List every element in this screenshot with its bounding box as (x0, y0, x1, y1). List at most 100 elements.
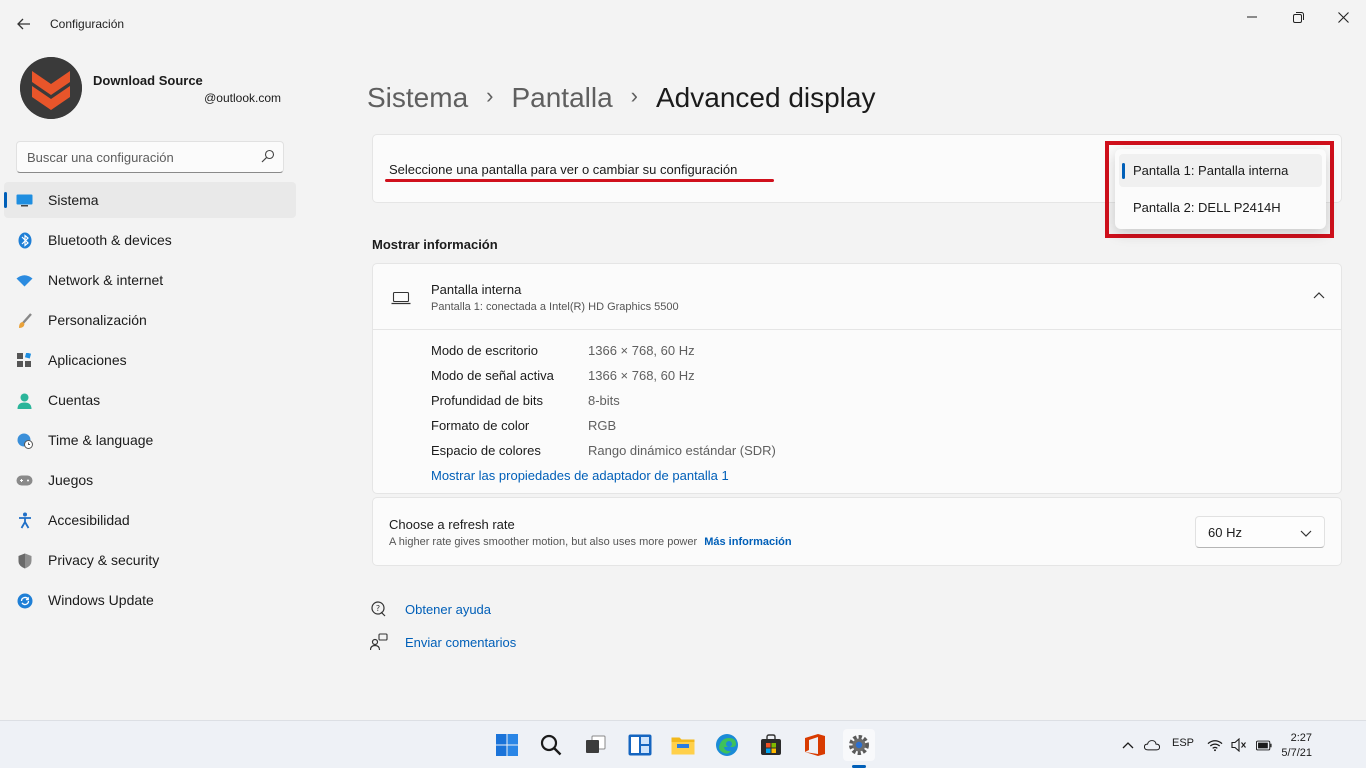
sidebar-item-juegos[interactable]: Juegos (4, 462, 296, 498)
adapter-properties-link[interactable]: Mostrar las propiedades de adaptador de … (431, 468, 729, 483)
sidebar-item-label: Juegos (48, 472, 94, 488)
prop-label: Profundidad de bits (431, 393, 544, 408)
clock[interactable]: 2:27 5/7/21 (1281, 731, 1312, 761)
store-button[interactable] (755, 729, 787, 761)
task-view-button[interactable] (580, 729, 612, 761)
gamepad-icon (16, 472, 33, 489)
sidebar-item-sistema[interactable]: Sistema (4, 182, 296, 218)
settings-taskbar-button[interactable] (843, 729, 875, 761)
shield-icon (16, 552, 33, 569)
taskbar: ESP 2:27 5/7/21 (0, 720, 1366, 768)
laptop-icon (391, 291, 411, 305)
close-button[interactable] (1320, 4, 1366, 30)
tray-overflow-button[interactable] (1120, 737, 1136, 753)
edge-icon (716, 734, 738, 756)
cloud-icon (1144, 740, 1160, 751)
prop-label: Modo de señal activa (431, 368, 554, 383)
title-bar: Configuración (0, 0, 1366, 48)
battery-tray-button[interactable] (1256, 737, 1272, 753)
battery-icon (1256, 740, 1272, 750)
search-icon[interactable] (261, 149, 275, 163)
widgets-button[interactable] (624, 729, 656, 761)
start-button[interactable] (491, 729, 523, 761)
feedback-label: Enviar comentarios (405, 634, 517, 650)
task-view-icon (586, 735, 606, 753)
page-title: Advanced display (656, 82, 876, 113)
get-help-link[interactable]: ? Obtener ayuda (370, 599, 491, 619)
taskbar-search-button[interactable] (535, 729, 567, 761)
chevron-down-icon (1300, 530, 1312, 537)
profile-name: Download Source (93, 73, 203, 88)
minimize-icon (1247, 16, 1257, 18)
sidebar-nav: Sistema Bluetooth & devices Network & in… (4, 182, 296, 622)
prop-value: 1366 × 768, 60 Hz (588, 343, 695, 358)
prop-label: Espacio de colores (431, 443, 541, 458)
language-indicator[interactable]: ESP (1172, 737, 1194, 749)
file-explorer-button[interactable] (667, 729, 699, 761)
sidebar-item-label: Time & language (48, 432, 154, 448)
more-info-link[interactable]: Más información (704, 536, 791, 548)
chevron-up-icon[interactable] (1313, 290, 1325, 302)
sidebar-item-label: Personalización (48, 312, 147, 328)
restore-icon (1292, 11, 1304, 23)
prop-value: Rango dinámico estándar (SDR) (588, 443, 776, 458)
sidebar-item-label: Sistema (48, 192, 99, 208)
sidebar-item-label: Windows Update (48, 592, 154, 608)
feedback-link[interactable]: Enviar comentarios (370, 632, 516, 652)
search-box[interactable] (16, 141, 284, 173)
office-icon (805, 734, 825, 756)
sidebar-item-bluetooth[interactable]: Bluetooth & devices (4, 222, 296, 258)
refresh-rate-description: A higher rate gives smoother motion, but… (389, 536, 698, 548)
minimize-button[interactable] (1229, 4, 1275, 30)
brush-icon (16, 312, 33, 329)
start-icon (496, 734, 518, 756)
app-title: Configuración (50, 17, 125, 31)
sidebar-item-aplicaciones[interactable]: Aplicaciones (4, 342, 296, 378)
profile-email: @outlook.com (204, 91, 281, 105)
dropdown-option-pantalla-1[interactable]: Pantalla 1: Pantalla interna (1119, 154, 1322, 187)
person-icon (16, 392, 33, 409)
sidebar-item-personalizacion[interactable]: Personalización (4, 302, 296, 338)
get-help-label: Obtener ayuda (405, 601, 492, 617)
display-info-card: Pantalla interna Pantalla 1: conectada a… (372, 263, 1342, 494)
restore-button[interactable] (1275, 4, 1321, 30)
wifi-tray-button[interactable] (1207, 737, 1223, 753)
edge-button[interactable] (711, 729, 743, 761)
breadcrumb-sistema[interactable]: Sistema (367, 82, 468, 114)
onedrive-button[interactable] (1144, 737, 1160, 753)
accessibility-icon (16, 512, 33, 529)
sidebar-item-label: Aplicaciones (48, 352, 127, 368)
refresh-rate-title: Choose a refresh rate (389, 517, 515, 532)
search-input[interactable] (27, 142, 257, 172)
settings-icon (849, 735, 869, 755)
globe-clock-icon (16, 432, 33, 449)
sidebar-item-label: Bluetooth & devices (48, 232, 172, 248)
dropdown-option-label: Pantalla 1: Pantalla interna (1133, 163, 1289, 178)
sidebar-item-cuentas[interactable]: Cuentas (4, 382, 296, 418)
sidebar-item-time-language[interactable]: Time & language (4, 422, 296, 458)
sidebar-item-windows-update[interactable]: Windows Update (4, 582, 296, 618)
file-explorer-icon (671, 737, 695, 755)
display-info-subtitle: Pantalla 1: conectada a Intel(R) HD Grap… (431, 301, 679, 313)
avatar[interactable] (20, 57, 82, 119)
dropdown-option-pantalla-2[interactable]: Pantalla 2: DELL P2414H (1119, 191, 1322, 224)
prop-value: 8-bits (588, 393, 620, 408)
help-chat-icon: ? (371, 601, 386, 617)
refresh-rate-dropdown[interactable]: 60 Hz (1195, 516, 1325, 548)
display-info-header[interactable]: Pantalla interna Pantalla 1: conectada a… (373, 264, 1341, 330)
sidebar-item-accesibilidad[interactable]: Accesibilidad (4, 502, 296, 538)
search-icon (540, 734, 562, 756)
arrow-left-icon (17, 18, 30, 30)
sidebar-item-privacy-security[interactable]: Privacy & security (4, 542, 296, 578)
feedback-person-icon (370, 633, 388, 651)
wifi-icon (16, 272, 33, 289)
office-button[interactable] (799, 729, 831, 761)
back-button[interactable] (12, 12, 36, 36)
breadcrumb-pantalla[interactable]: Pantalla (511, 82, 612, 114)
download-source-logo (20, 57, 82, 119)
volume-tray-button[interactable] (1231, 737, 1247, 753)
sidebar-item-network[interactable]: Network & internet (4, 262, 296, 298)
sidebar-item-label: Cuentas (48, 392, 101, 408)
store-icon (761, 734, 781, 755)
bluetooth-icon (16, 232, 33, 249)
